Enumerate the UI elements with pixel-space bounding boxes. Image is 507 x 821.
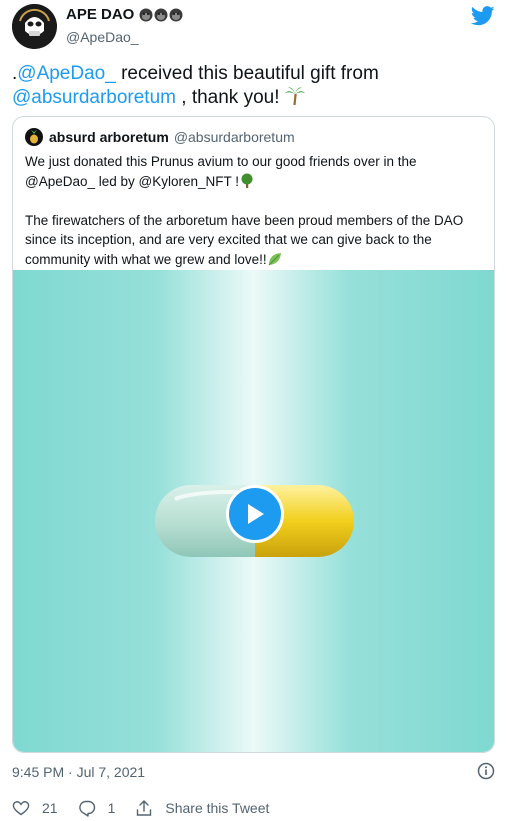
twitter-bird-icon[interactable]: [471, 6, 495, 26]
tweet-timestamp[interactable]: 9:45 PM · Jul 7, 2021: [12, 764, 145, 780]
palm-tree-emoji: [284, 87, 305, 106]
info-icon[interactable]: [477, 762, 495, 780]
quoted-display-name[interactable]: absurd arboretum: [49, 129, 169, 145]
tree-emoji: [241, 173, 253, 188]
video-player[interactable]: [13, 270, 494, 752]
name-emojis: [139, 8, 183, 22]
quoted-handle[interactable]: @absurdarboretum: [174, 129, 295, 145]
quoted-tweet[interactable]: absurd arboretum @absurdarboretum We jus…: [12, 116, 495, 753]
leaf-emoji: [268, 252, 281, 265]
ape-face-emoji: [154, 8, 168, 21]
quoted-tweet-text: We just donated this Prunus avium to our…: [25, 152, 485, 269]
share-action[interactable]: Share this Tweet: [135, 799, 269, 817]
share-label: Share this Tweet: [165, 800, 270, 816]
tweet-text-mid: received this beautiful gift from: [115, 63, 379, 84]
profile-avatar[interactable]: [12, 4, 57, 49]
quoted-line-1: We just donated this Prunus avium to our…: [25, 154, 417, 169]
mention-apedao[interactable]: @ApeDao_: [17, 63, 116, 84]
tweet-actions: 21 1 Share this Tweet: [12, 799, 289, 817]
quoted-paragraph-2-text: The firewatchers of the arboretum have b…: [25, 212, 464, 267]
ape-face-emoji: [139, 8, 153, 21]
display-name[interactable]: APE DAO: [66, 6, 134, 23]
tweet-body: .@ApeDao_ received this beautiful gift f…: [12, 62, 492, 110]
ape-face-emoji: [169, 8, 183, 21]
tweet-header: APE DAO @ApeDao_: [0, 0, 507, 56]
user-handle[interactable]: @ApeDao_: [66, 29, 139, 45]
mention-absurdarboretum[interactable]: @absurdarboretum: [12, 87, 176, 108]
reply-icon: [78, 800, 95, 817]
tweet-text-end: , thank you!: [175, 87, 285, 108]
share-icon: [137, 800, 152, 816]
play-button[interactable]: [226, 485, 284, 543]
reply-count: 1: [107, 800, 116, 816]
reply-action[interactable]: 1: [78, 799, 116, 817]
pineapple-icon: [30, 130, 38, 144]
like-count: 21: [42, 800, 58, 816]
play-icon: [248, 504, 264, 524]
like-action[interactable]: 21: [12, 799, 58, 817]
quoted-line-2-text: @ApeDao_ led by @Kyloren_NFT !: [25, 173, 240, 189]
quoted-paragraph-2: The firewatchers of the arboretum have b…: [25, 211, 485, 270]
ape-skull-logo: [12, 4, 57, 49]
heart-icon: [12, 801, 30, 816]
quoted-tweet-header: absurd arboretum @absurdarboretum: [25, 128, 295, 146]
quoted-line-2: @ApeDao_ led by @Kyloren_NFT !: [25, 172, 485, 192]
quoted-avatar[interactable]: [25, 128, 43, 146]
